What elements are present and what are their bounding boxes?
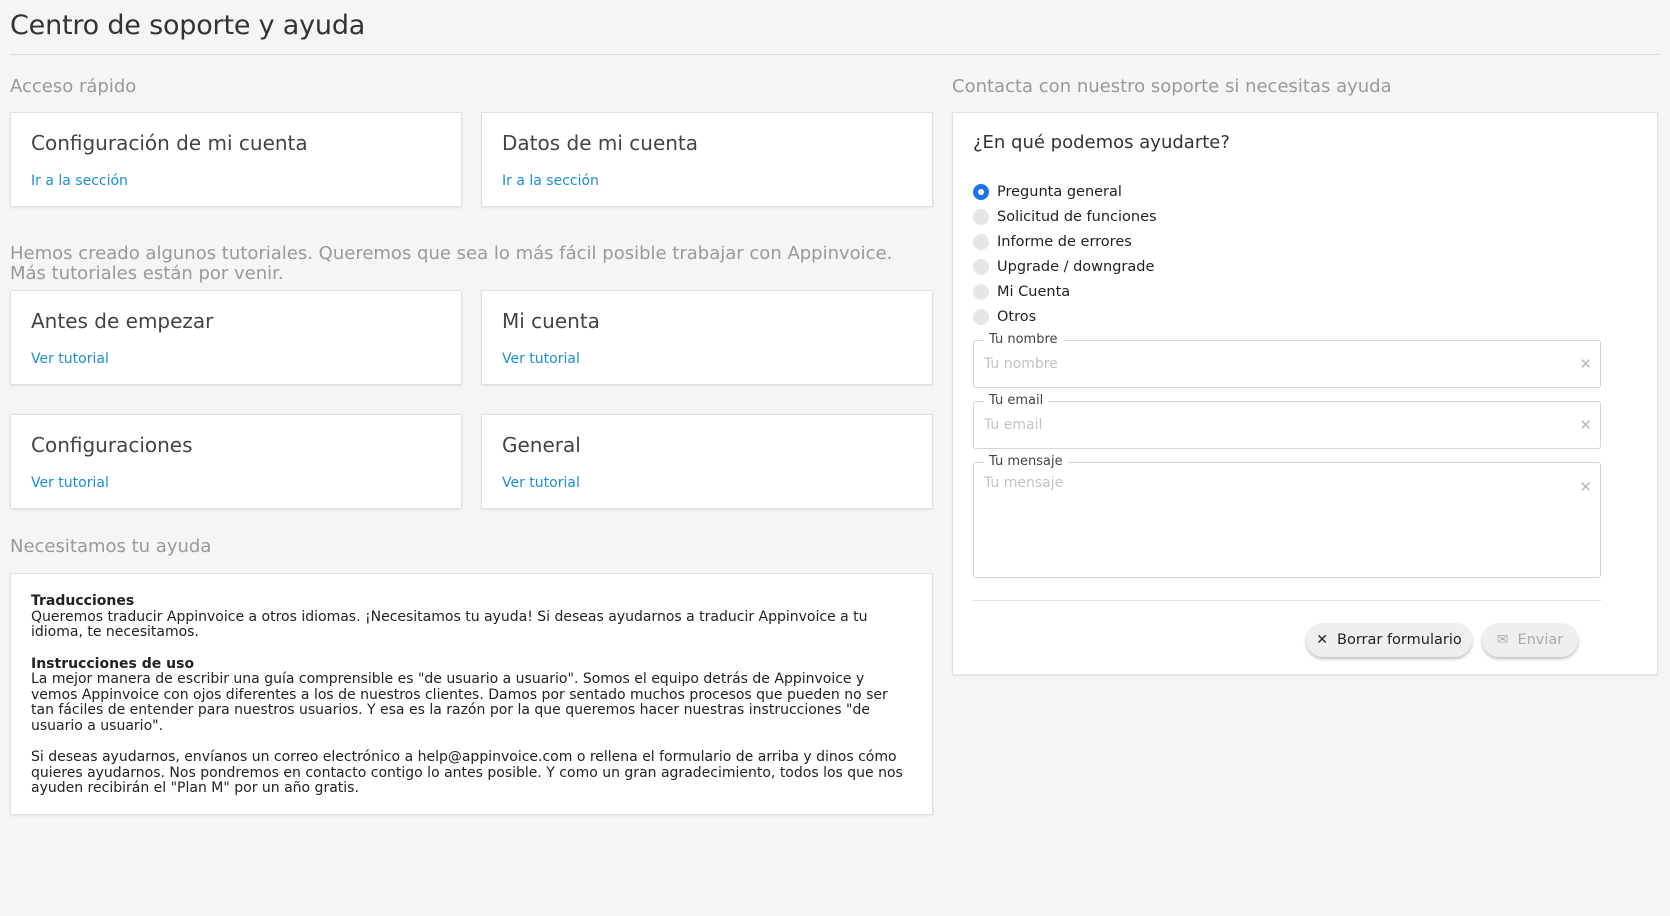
topic-radio-group: Pregunta general Solicitud de funciones … [973, 179, 1157, 329]
email-input[interactable] [974, 402, 1600, 448]
radio-button[interactable] [973, 183, 989, 200]
view-tutorial-link[interactable]: Ver tutorial [502, 351, 580, 367]
go-to-section-link[interactable]: Ir a la sección [502, 173, 599, 189]
radio-label: Upgrade / downgrade [997, 258, 1155, 275]
help-footer-text: Si deseas ayudarnos, envíanos un correo … [31, 749, 903, 796]
help-card: Traducciones Queremos traducir Appinvoic… [10, 573, 933, 815]
radio-bug-report[interactable]: Informe de errores [973, 229, 1157, 254]
name-field: Tu nombre ✕ [973, 332, 1601, 388]
card-account-data: Datos de mi cuenta Ir a la sección [481, 112, 933, 207]
radio-my-account[interactable]: Mi Cuenta [973, 279, 1157, 304]
help-block-instructions: Instrucciones de uso La mejor manera de … [31, 655, 912, 735]
field-legend: Tu mensaje [984, 454, 1068, 469]
card-title: Configuración de mi cuenta [31, 131, 308, 155]
tutorials-intro: Hemos creado algunos tutoriales. Queremo… [10, 243, 893, 284]
view-tutorial-link[interactable]: Ver tutorial [31, 475, 109, 491]
card-title: Mi cuenta [502, 309, 600, 333]
button-label: Enviar [1517, 632, 1564, 648]
help-block-title: Instrucciones de uso [31, 655, 195, 672]
go-to-section-link[interactable]: Ir a la sección [31, 173, 128, 189]
title-divider [10, 54, 1660, 55]
message-field: Tu mensaje ✕ [973, 454, 1601, 578]
email-field: Tu email ✕ [973, 393, 1601, 449]
radio-label: Informe de errores [997, 233, 1132, 250]
card-tutorial-general: General Ver tutorial [481, 414, 933, 509]
form-heading: ¿En qué podemos ayudarte? [973, 132, 1230, 153]
card-account-settings: Configuración de mi cuenta Ir a la secci… [10, 112, 462, 207]
radio-button[interactable] [973, 258, 989, 275]
form-divider [973, 600, 1601, 601]
quick-access-label: Acceso rápido [10, 76, 137, 97]
radio-label: Otros [997, 308, 1037, 325]
close-icon[interactable]: ✕ [1579, 416, 1592, 434]
radio-button[interactable] [973, 308, 989, 325]
radio-upgrade-downgrade[interactable]: Upgrade / downgrade [973, 254, 1157, 279]
close-icon[interactable]: ✕ [1579, 355, 1592, 373]
view-tutorial-link[interactable]: Ver tutorial [31, 351, 109, 367]
field-legend: Tu email [984, 393, 1049, 408]
view-tutorial-link[interactable]: Ver tutorial [502, 475, 580, 491]
close-icon: ✕ [1316, 632, 1328, 648]
radio-general-question[interactable]: Pregunta general [973, 179, 1157, 204]
help-block-text: Queremos traducir Appinvoice a otros idi… [31, 608, 868, 640]
help-block-title: Traducciones [31, 593, 135, 609]
clear-form-button[interactable]: ✕ Borrar formulario [1306, 623, 1472, 657]
contact-form-card: ¿En qué podemos ayudarte? Pregunta gener… [952, 112, 1658, 675]
radio-others[interactable]: Otros [973, 304, 1157, 329]
message-textarea[interactable] [974, 463, 1600, 577]
close-icon[interactable]: ✕ [1579, 478, 1592, 496]
contact-label: Contacta con nuestro soporte si necesita… [952, 76, 1392, 97]
help-block-text: La mejor manera de escribir una guía com… [31, 671, 888, 734]
page-title: Centro de soporte y ayuda [10, 10, 366, 41]
card-title: Antes de empezar [31, 309, 214, 333]
card-tutorial-my-account: Mi cuenta Ver tutorial [481, 290, 933, 385]
button-label: Borrar formulario [1337, 632, 1462, 648]
radio-button[interactable] [973, 233, 989, 250]
help-label: Necesitamos tu ayuda [10, 536, 212, 557]
radio-feature-request[interactable]: Solicitud de funciones [973, 204, 1157, 229]
radio-label: Pregunta general [997, 183, 1122, 200]
radio-label: Mi Cuenta [997, 283, 1071, 300]
field-legend: Tu nombre [984, 332, 1063, 347]
send-button[interactable]: ✉ Enviar [1482, 623, 1578, 657]
envelope-icon: ✉ [1496, 632, 1509, 648]
card-title: General [502, 433, 581, 457]
card-tutorial-settings: Configuraciones Ver tutorial [10, 414, 462, 509]
card-title: Configuraciones [31, 433, 193, 457]
radio-button[interactable] [973, 208, 989, 225]
card-tutorial-before-start: Antes de empezar Ver tutorial [10, 290, 462, 385]
radio-label: Solicitud de funciones [997, 208, 1157, 225]
name-input[interactable] [974, 341, 1600, 387]
help-block-translations: Traducciones Queremos traducir Appinvoic… [31, 593, 912, 641]
card-title: Datos de mi cuenta [502, 131, 699, 155]
radio-button[interactable] [973, 283, 989, 300]
